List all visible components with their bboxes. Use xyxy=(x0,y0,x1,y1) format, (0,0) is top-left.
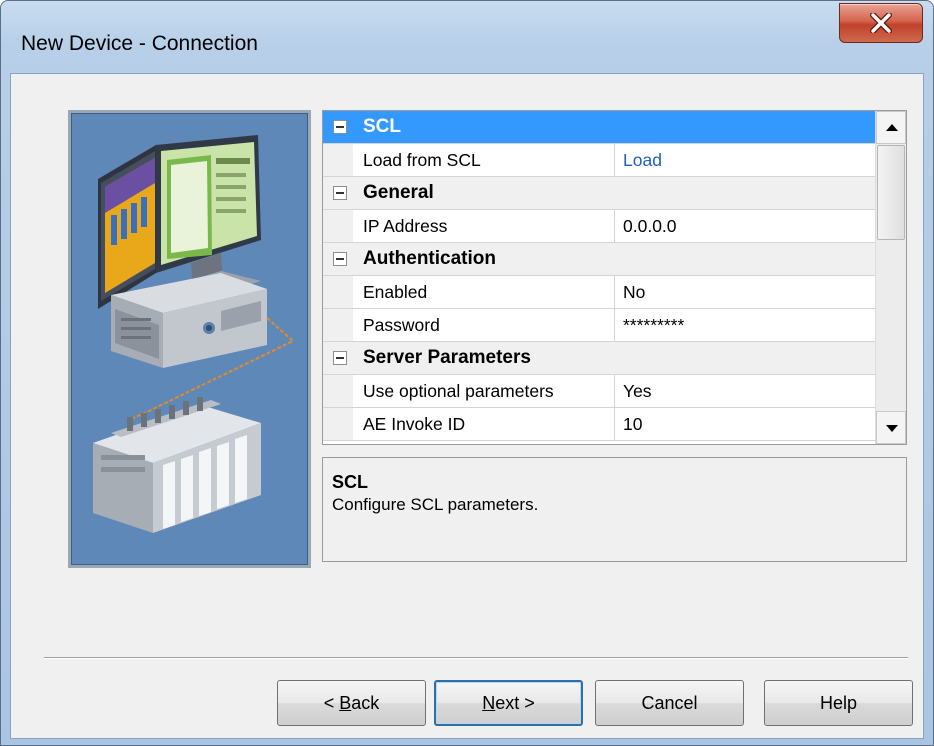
row-gutter xyxy=(323,375,353,407)
property-grid-rows: SCL Load from SCL Load General IP Address 0.0… xyxy=(323,111,876,444)
row-gutter xyxy=(323,210,353,242)
separator-line xyxy=(44,657,908,659)
help-button-label: Help xyxy=(819,692,858,713)
property-row[interactable]: Load from SCL Load xyxy=(323,144,876,177)
property-row[interactable]: Enabled No xyxy=(323,276,876,309)
column-divider xyxy=(614,210,615,242)
description-text: Configure SCL parameters. xyxy=(332,495,539,514)
scroll-thumb[interactable] xyxy=(877,145,905,240)
property-row[interactable]: Password ********* xyxy=(323,309,876,342)
property-row[interactable]: IP Address 0.0.0.0 xyxy=(323,210,876,243)
property-row[interactable]: AE Invoke ID 10 xyxy=(323,408,876,441)
property-name: Password xyxy=(363,315,440,335)
property-value: 10 xyxy=(623,414,643,434)
plc-illustration xyxy=(93,397,261,533)
help-button[interactable]: Help xyxy=(764,680,913,726)
category-row[interactable]: Server Parameters xyxy=(323,342,876,375)
category-label: Authentication xyxy=(363,248,496,269)
category-label: Server Parameters xyxy=(363,347,531,368)
column-divider xyxy=(614,276,615,308)
cancel-button[interactable]: Cancel xyxy=(595,680,744,726)
back-button-mnemonic: B xyxy=(339,692,352,713)
vertical-scrollbar[interactable] xyxy=(875,111,906,444)
column-divider xyxy=(614,375,615,407)
column-divider xyxy=(614,144,615,176)
property-value: ********* xyxy=(623,315,685,335)
category-label: General xyxy=(363,182,434,203)
scroll-up-icon xyxy=(886,124,898,131)
property-row[interactable]: Use optional parameters Yes xyxy=(323,375,876,408)
property-value: Yes xyxy=(623,381,652,401)
close-icon xyxy=(870,13,892,33)
close-button[interactable] xyxy=(839,3,923,43)
collapse-icon[interactable] xyxy=(333,252,347,266)
property-grid: SCL Load from SCL Load General IP Address 0.0… xyxy=(322,110,907,445)
next-button-mnemonic: N xyxy=(482,692,496,713)
column-divider xyxy=(614,408,615,440)
back-button-rest: ack xyxy=(351,692,380,713)
next-button[interactable]: Next > xyxy=(434,680,583,726)
cancel-button-label: Cancel xyxy=(641,692,698,713)
category-row[interactable]: Authentication xyxy=(323,243,876,276)
category-row[interactable]: SCL xyxy=(323,111,876,144)
computer-illustration xyxy=(93,135,295,533)
scroll-up-button[interactable] xyxy=(876,111,906,144)
row-gutter xyxy=(323,408,353,440)
column-divider xyxy=(614,309,615,341)
scroll-down-button[interactable] xyxy=(876,411,906,444)
collapse-icon[interactable] xyxy=(333,351,347,365)
property-value: 0.0.0.0 xyxy=(623,216,677,236)
property-value-link[interactable]: Load xyxy=(623,150,662,171)
property-name: Use optional parameters xyxy=(363,381,554,401)
device-illustration xyxy=(68,110,311,568)
property-name: Load from SCL xyxy=(363,150,481,170)
collapse-icon[interactable] xyxy=(333,186,347,200)
description-pane: SCL Configure SCL parameters. xyxy=(322,457,907,562)
back-button-prefix: < xyxy=(323,692,340,713)
back-button[interactable]: < Back xyxy=(277,680,426,726)
property-value: No xyxy=(623,282,646,302)
window-title: New Device - Connection xyxy=(21,32,258,55)
collapse-icon[interactable] xyxy=(333,120,347,134)
property-name: IP Address xyxy=(363,216,448,236)
row-gutter xyxy=(323,144,353,176)
description-title: SCL xyxy=(332,472,368,492)
dialog-window: New Device - Connection SCL Load from SC… xyxy=(0,0,934,746)
row-gutter xyxy=(323,276,353,308)
property-name: AE Invoke ID xyxy=(363,414,466,434)
dialog-client-area: SCL Load from SCL Load General IP Address 0.0… xyxy=(10,73,924,739)
next-button-rest: ext > xyxy=(495,692,535,713)
property-name: Enabled xyxy=(363,282,428,302)
category-row[interactable]: General xyxy=(323,177,876,210)
category-label: SCL xyxy=(363,116,401,137)
scroll-down-icon xyxy=(886,425,898,432)
row-gutter xyxy=(323,309,353,341)
title-bar: New Device - Connection xyxy=(1,1,933,73)
